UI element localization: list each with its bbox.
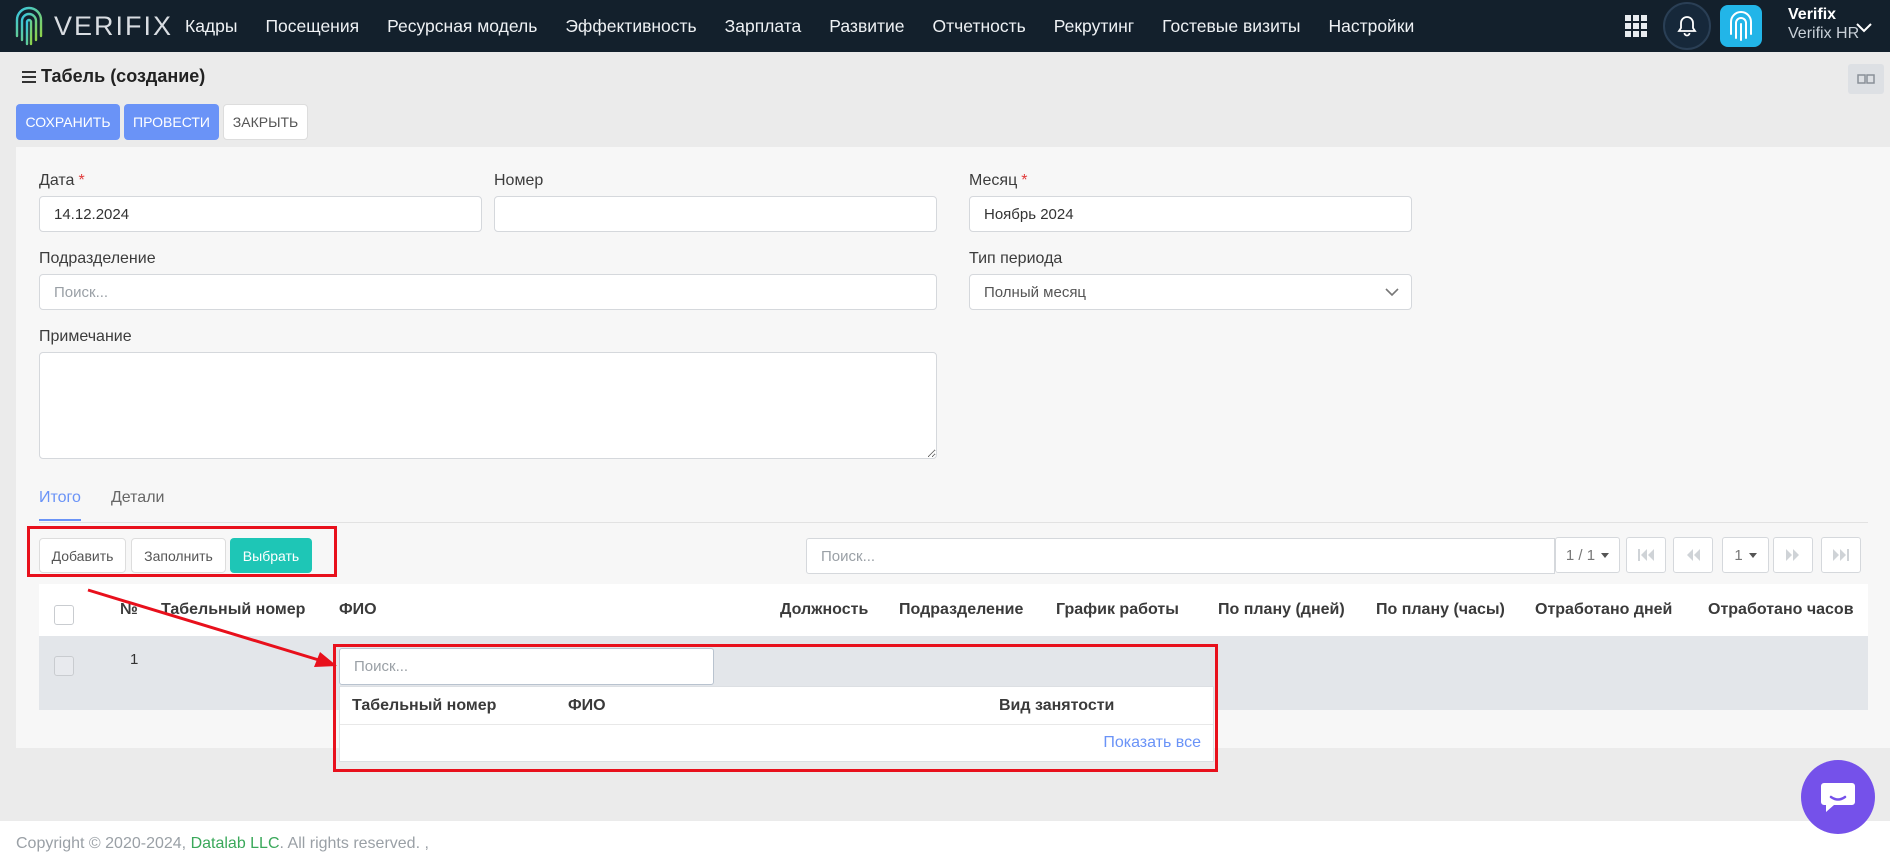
company-link[interactable]: Datalab LLC — [191, 835, 280, 852]
chat-button[interactable] — [1801, 760, 1875, 834]
copyright-text: Copyright © 2020-2024, Datalab LLC. All … — [16, 835, 429, 852]
footer: Copyright © 2020-2024, Datalab LLC. All … — [0, 821, 1890, 863]
annotation-arrow-icon — [87, 588, 337, 667]
chat-bubble-icon — [1821, 783, 1855, 812]
